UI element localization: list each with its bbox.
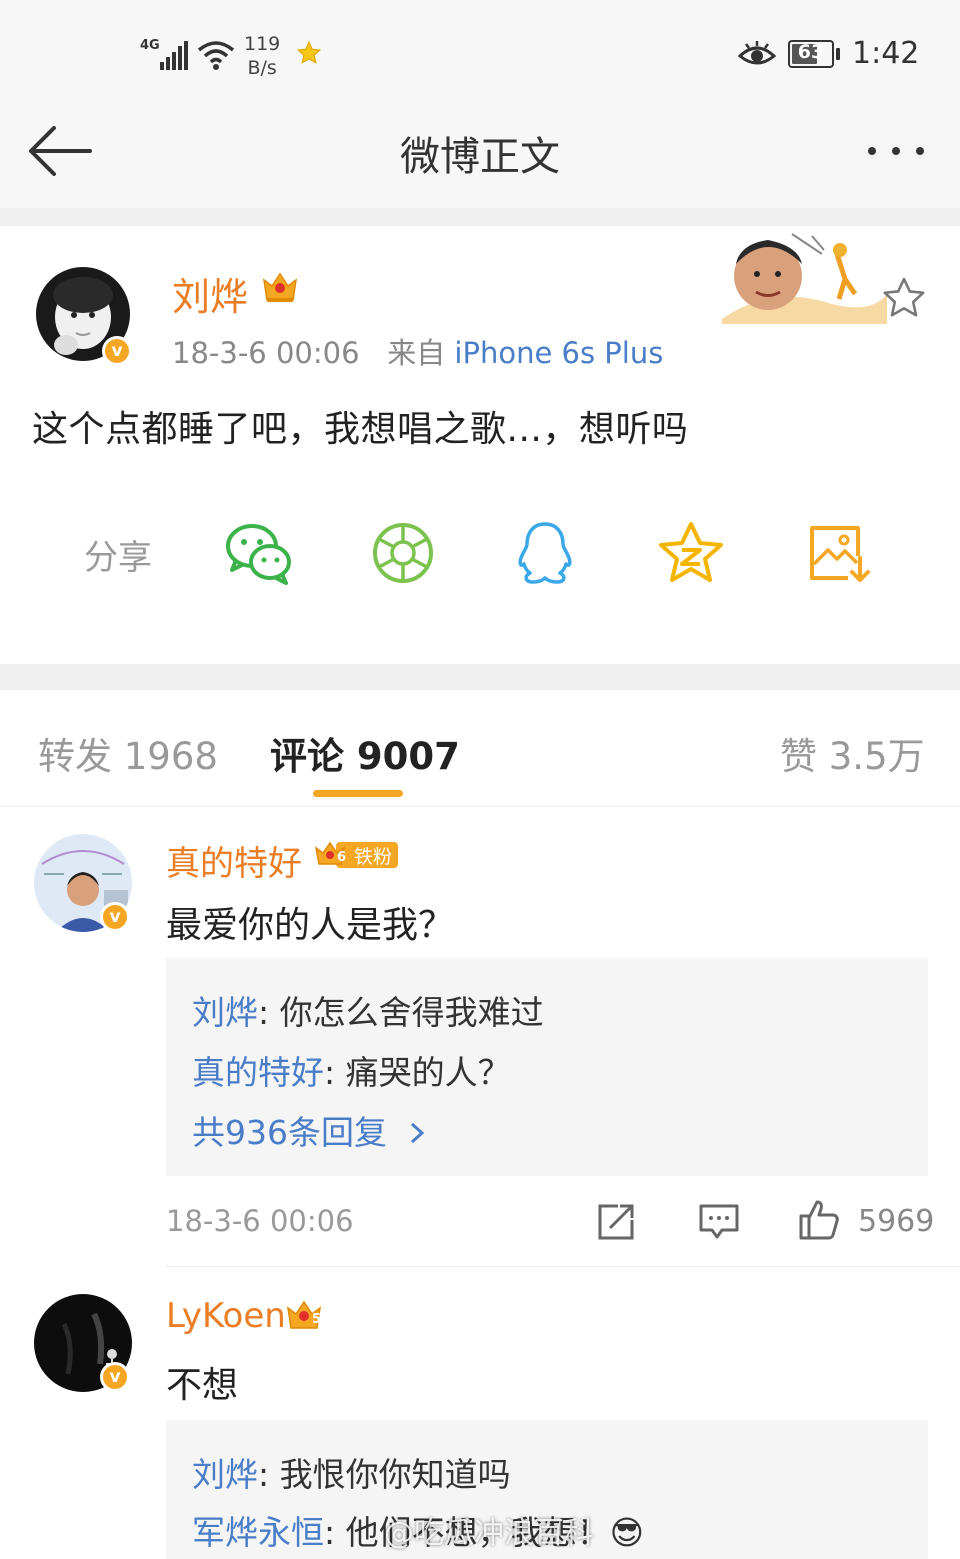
comment-text: 最爱你的人是我？ bbox=[166, 905, 455, 946]
divider bbox=[0, 806, 960, 807]
more-button[interactable] bbox=[868, 140, 940, 159]
battery-level: 63 bbox=[797, 41, 825, 63]
weibo-star-icon bbox=[296, 40, 322, 70]
moments-icon bbox=[373, 523, 433, 583]
comment-author[interactable]: LyKoen bbox=[166, 1296, 286, 1336]
fan-badge: 6 铁粉 bbox=[314, 836, 400, 876]
post-meta: 18-3-6 00:06 来自 iPhone 6s Plus bbox=[172, 330, 663, 372]
comment-text: 不想 bbox=[166, 1365, 239, 1406]
save-image-button[interactable] bbox=[804, 520, 874, 586]
post-date: 18-3-6 00:06 bbox=[172, 336, 360, 370]
repost-comment-button[interactable] bbox=[596, 1202, 638, 1242]
share-label: 分享 bbox=[84, 538, 152, 578]
share-wechat-button[interactable] bbox=[224, 520, 294, 586]
reply-author[interactable]: 真的特好 bbox=[192, 1053, 324, 1092]
vip-crown-icon bbox=[260, 268, 300, 304]
reply-line: 刘烨: 你怎么舍得我难过 bbox=[192, 993, 544, 1032]
ellipsis-icon bbox=[868, 140, 940, 159]
comment-icon bbox=[699, 1204, 739, 1239]
like-count: 5969 bbox=[858, 1204, 935, 1239]
comment-author[interactable]: 真的特好 bbox=[166, 836, 302, 885]
reply-author[interactable]: 刘烨 bbox=[192, 993, 258, 1032]
reply-button[interactable] bbox=[698, 1202, 740, 1242]
watermark: @吃瓜冲浪百科 bbox=[384, 1516, 594, 1551]
post-author[interactable]: 刘烨 bbox=[172, 266, 248, 321]
card-decoration bbox=[712, 224, 892, 324]
vip-crown-icon: 5 bbox=[286, 1296, 326, 1336]
verified-badge-icon: v bbox=[100, 902, 130, 932]
reply-box[interactable]: 刘烨: 你怎么舍得我难过 真的特好: 痛哭的人？ 共936条回复 bbox=[166, 958, 928, 1176]
reply-line: 真的特好: 痛哭的人？ bbox=[192, 1053, 511, 1092]
reply-text: 我恨你你知道吗 bbox=[279, 1455, 511, 1494]
source-prefix: 来自 bbox=[387, 336, 446, 370]
qzone-icon bbox=[659, 522, 723, 582]
reply-author[interactable]: 刘烨 bbox=[192, 1455, 258, 1494]
eye-comfort-icon bbox=[737, 40, 777, 74]
reply-author[interactable]: 军烨永恒 bbox=[192, 1513, 324, 1552]
favorite-star-icon[interactable] bbox=[880, 274, 928, 326]
post-source[interactable]: iPhone 6s Plus bbox=[454, 336, 663, 370]
verified-badge-icon: v bbox=[100, 1362, 130, 1392]
share-qzone-button[interactable] bbox=[656, 520, 726, 586]
fan-level: 6 bbox=[337, 850, 347, 865]
active-tab-indicator bbox=[313, 790, 403, 797]
verified-badge-icon: v bbox=[102, 336, 132, 366]
page-title: 微博正文 bbox=[400, 134, 560, 180]
wifi-icon bbox=[196, 38, 236, 76]
fan-level: 5 bbox=[312, 1312, 322, 1327]
tab-repost[interactable]: 转发 1968 bbox=[38, 726, 218, 780]
reply-line: 刘烨: 我恨你你知道吗 bbox=[192, 1455, 511, 1494]
status-time: 1:42 bbox=[852, 36, 920, 71]
thumbs-up-icon bbox=[799, 1200, 839, 1240]
wechat-icon bbox=[226, 524, 291, 585]
share-out-icon bbox=[598, 1204, 634, 1240]
network-type: 4G bbox=[140, 38, 160, 53]
divider bbox=[166, 1266, 960, 1267]
network-speed: 119 B/s bbox=[244, 33, 281, 79]
more-replies-link[interactable]: 共936条回复 bbox=[192, 1106, 428, 1154]
share-moments-button[interactable] bbox=[368, 520, 438, 586]
chevron-right-icon bbox=[410, 1122, 424, 1144]
signal-icon bbox=[158, 40, 188, 70]
share-qq-button[interactable] bbox=[510, 520, 580, 586]
battery-icon: 63 bbox=[788, 40, 834, 68]
tab-likes[interactable]: 赞 3.5万 bbox=[780, 726, 925, 780]
like-button[interactable] bbox=[798, 1198, 840, 1240]
qq-icon bbox=[518, 522, 572, 584]
comment-time: 18-3-6 00:06 bbox=[166, 1204, 354, 1238]
reply-text: 你怎么舍得我难过 bbox=[279, 993, 544, 1032]
tab-comments[interactable]: 评论 9007 bbox=[270, 726, 460, 780]
fan-badge-label: 铁粉 bbox=[354, 846, 393, 868]
post-text: 这个点都睡了吧，我想唱之歌...，想听吗 bbox=[32, 409, 689, 450]
battery-tip bbox=[836, 48, 840, 60]
save-image-icon bbox=[810, 526, 870, 582]
section-gap bbox=[0, 664, 960, 690]
reply-text: 痛哭的人？ bbox=[345, 1053, 511, 1092]
